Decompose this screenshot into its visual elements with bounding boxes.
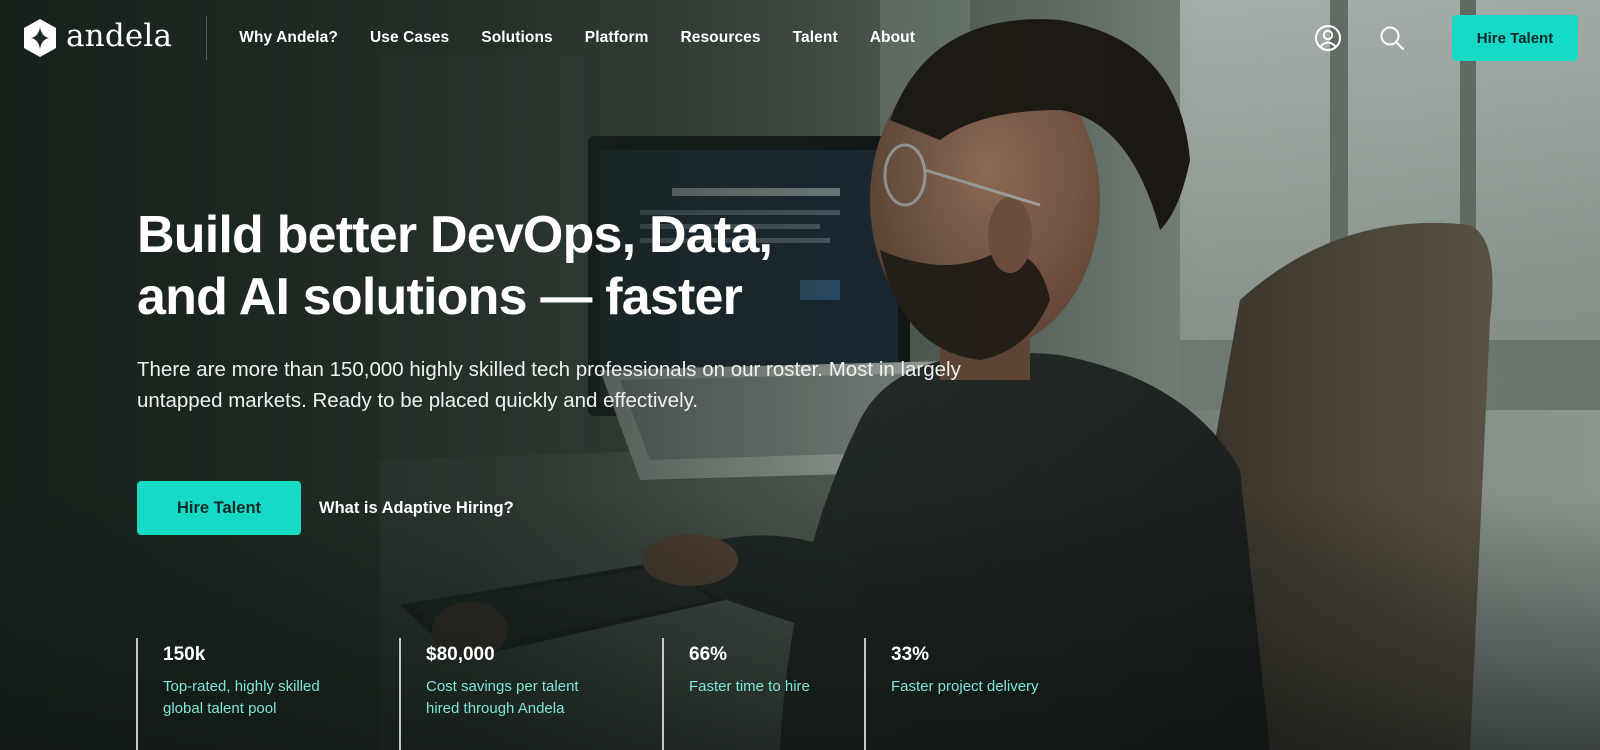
stat-talent-pool: 150k Top-rated, highly skilled global ta… bbox=[136, 638, 398, 750]
hero-title-line-1: Build better DevOps, Data, bbox=[137, 206, 773, 264]
andela-logo-link[interactable]: andela bbox=[22, 18, 172, 58]
stat-desc-line-2: hired through Andela bbox=[426, 700, 565, 717]
hero-subtitle: There are more than 150,000 highly skill… bbox=[137, 358, 961, 412]
nav-why-andela[interactable]: Why Andela? bbox=[239, 29, 338, 47]
stat-value: 33% bbox=[891, 644, 930, 665]
stat-desc-line-1: Top-rated, highly skilled bbox=[163, 678, 320, 695]
hero-title-line-2: and AI solutions — faster bbox=[137, 268, 743, 326]
stat-desc-line-2: global talent pool bbox=[163, 700, 277, 717]
stat-value: $80,000 bbox=[426, 644, 495, 665]
andela-diamond-star-icon bbox=[24, 19, 56, 57]
header-hire-talent-button[interactable]: Hire Talent bbox=[1452, 15, 1578, 61]
stat-desc-line-1: Faster project delivery bbox=[891, 678, 1039, 695]
header-divider bbox=[206, 16, 208, 60]
stat-description: Faster project delivery bbox=[891, 676, 1124, 698]
search-button[interactable] bbox=[1372, 18, 1412, 58]
nav-talent[interactable]: Talent bbox=[793, 29, 838, 47]
search-icon bbox=[1380, 26, 1405, 51]
adaptive-hiring-link[interactable]: What is Adaptive Hiring? bbox=[319, 499, 514, 518]
nav-use-cases[interactable]: Use Cases bbox=[370, 29, 449, 47]
main-nav: Why Andela? Use Cases Solutions Platform… bbox=[239, 29, 915, 47]
stat-description: Top-rated, highly skilled global talent … bbox=[163, 676, 398, 720]
brand-name: andela bbox=[66, 18, 173, 54]
account-button[interactable] bbox=[1308, 18, 1348, 58]
hero-section: Build better DevOps, Data, and AI soluti… bbox=[137, 204, 1017, 416]
user-circle-icon bbox=[1315, 25, 1341, 51]
stat-value: 150k bbox=[163, 644, 206, 665]
stat-value: 66% bbox=[689, 644, 728, 665]
stat-desc-line-1: Faster time to hire bbox=[689, 678, 810, 695]
stat-description: Faster time to hire bbox=[689, 676, 864, 698]
stat-description: Cost savings per talent hired through An… bbox=[426, 676, 661, 720]
nav-platform[interactable]: Platform bbox=[585, 29, 649, 47]
stat-time-to-hire: 66% Faster time to hire bbox=[662, 638, 864, 750]
nav-solutions[interactable]: Solutions bbox=[481, 29, 553, 47]
stat-project-delivery: 33% Faster project delivery bbox=[864, 638, 1124, 750]
nav-resources[interactable]: Resources bbox=[680, 29, 760, 47]
header-actions: Hire Talent bbox=[1308, 15, 1578, 61]
stat-desc-line-1: Cost savings per talent bbox=[426, 678, 579, 695]
hire-talent-button[interactable]: Hire Talent bbox=[137, 481, 301, 535]
hero-cta-row: Hire Talent What is Adaptive Hiring? bbox=[137, 481, 514, 535]
site-header: andela Why Andela? Use Cases Solutions P… bbox=[0, 0, 1600, 76]
hero-title: Build better DevOps, Data, and AI soluti… bbox=[137, 204, 1017, 328]
nav-about[interactable]: About bbox=[870, 29, 915, 47]
stat-cost-savings: $80,000 Cost savings per talent hired th… bbox=[399, 638, 661, 750]
